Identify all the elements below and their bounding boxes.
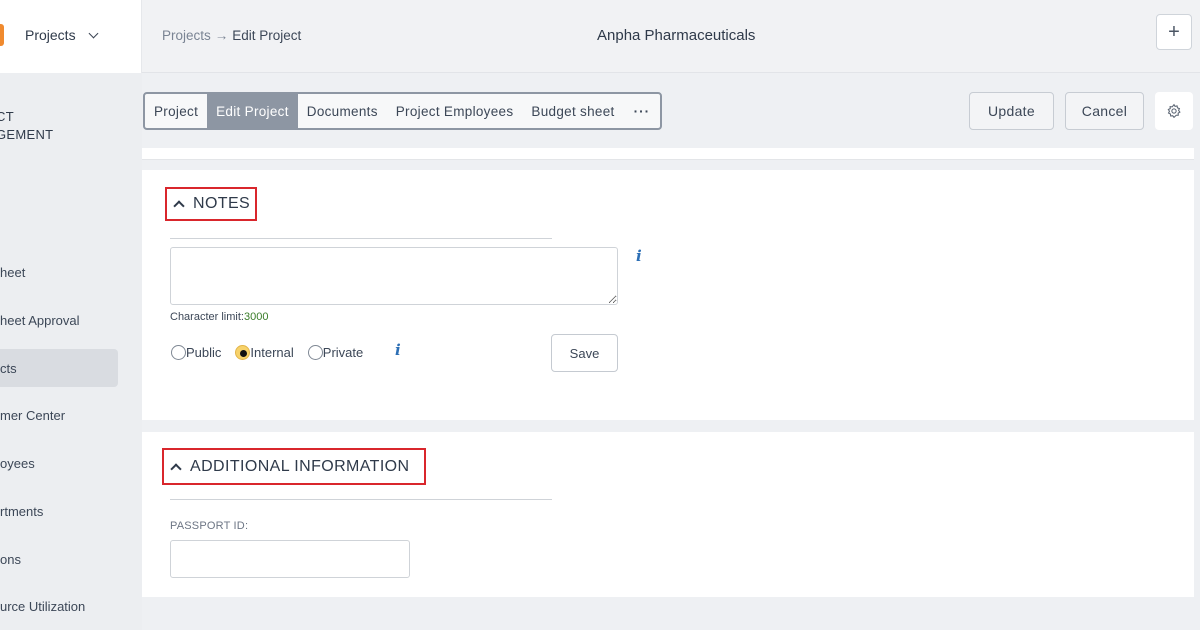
- breadcrumb-arrow-icon: →: [214, 28, 229, 43]
- radio-internal-control[interactable]: [235, 345, 251, 360]
- chevron-up-icon: [170, 462, 182, 475]
- radio-private-control[interactable]: [307, 345, 323, 360]
- sidebar-title-line1: CT: [0, 109, 14, 124]
- module-dropdown[interactable]: Projects: [25, 27, 99, 43]
- previous-panel-edge: [142, 148, 1194, 160]
- chevron-down-icon: [88, 28, 99, 38]
- radio-internal-label: Internal: [250, 345, 294, 360]
- update-button[interactable]: Update: [969, 92, 1054, 130]
- notes-title: NOTES: [193, 195, 251, 212]
- cancel-button[interactable]: Cancel: [1065, 92, 1144, 130]
- radio-private[interactable]: Private: [307, 345, 364, 360]
- tab-edit-project[interactable]: Edit Project: [207, 94, 298, 128]
- module-header: Projects: [0, 0, 142, 73]
- sidebar-item-customer-center[interactable]: mer Center: [0, 396, 118, 434]
- sidebar-title-line2: GEMENT: [0, 127, 54, 142]
- character-limit-label: Character limit:: [170, 311, 244, 323]
- character-limit: Character limit:3000: [170, 311, 268, 323]
- plus-icon: +: [1168, 20, 1180, 43]
- app-logo: [0, 24, 4, 46]
- settings-button[interactable]: [1155, 92, 1193, 130]
- additional-info-title: ADDITIONAL INFORMATION: [190, 457, 410, 475]
- additional-info-section-header[interactable]: ADDITIONAL INFORMATION: [162, 448, 426, 485]
- tab-project-employees[interactable]: Project Employees: [387, 94, 523, 128]
- save-note-button[interactable]: Save: [551, 334, 618, 372]
- gear-icon: [1167, 103, 1181, 119]
- breadcrumb: Projects → Edit Project: [162, 28, 301, 43]
- sidebar-item-departments[interactable]: rtments: [0, 492, 118, 530]
- additional-info-panel: ADDITIONAL INFORMATION PASSPORT ID:: [142, 432, 1194, 597]
- notes-section-header[interactable]: NOTES: [165, 187, 257, 221]
- sidebar-item-positions[interactable]: ons: [0, 540, 118, 578]
- notes-textarea[interactable]: [170, 247, 618, 305]
- character-limit-value: 3000: [243, 311, 269, 323]
- tab-budget-sheet[interactable]: Budget sheet: [522, 94, 623, 128]
- project-tabs: Project Edit Project Documents Project E…: [143, 92, 663, 130]
- sidebar-item-resource-utilization[interactable]: urce Utilization: [0, 587, 118, 625]
- radio-internal[interactable]: Internal: [235, 345, 294, 360]
- notes-panel: NOTES i Character limit:3000 Public Inte…: [142, 170, 1194, 420]
- radio-private-label: Private: [322, 345, 364, 360]
- sidebar-item-timesheet-approval[interactable]: heet Approval: [0, 301, 118, 339]
- radio-public-label: Public: [186, 345, 222, 360]
- top-bar: Projects Projects → Edit Project Anpha P…: [0, 0, 1200, 73]
- tab-more[interactable]: ···: [624, 94, 660, 128]
- passport-id-label: PASSPORT ID:: [170, 520, 249, 532]
- module-label: Projects: [25, 27, 76, 43]
- visibility-radio-group: Public Internal Private: [171, 345, 377, 360]
- breadcrumb-current: Edit Project: [232, 28, 302, 43]
- add-button[interactable]: +: [1156, 14, 1192, 50]
- radio-public[interactable]: Public: [171, 345, 221, 360]
- tab-documents[interactable]: Documents: [298, 94, 387, 128]
- sidebar-item-projects[interactable]: cts: [0, 349, 118, 387]
- tab-project[interactable]: Project: [145, 94, 207, 128]
- radio-public-control[interactable]: [171, 345, 186, 360]
- company-name: Anpha Pharmaceuticals: [597, 27, 756, 44]
- sidebar-item-timesheet[interactable]: heet: [0, 253, 118, 291]
- additional-info-divider: [170, 499, 552, 500]
- passport-id-input[interactable]: [170, 540, 410, 578]
- sidebar-title: CT GEMENT: [0, 108, 53, 144]
- visibility-info-icon[interactable]: i: [395, 341, 401, 359]
- info-icon[interactable]: i: [636, 247, 642, 265]
- sidebar: CT GEMENT heet heet Approval cts mer Cen…: [0, 73, 142, 630]
- sidebar-item-employees[interactable]: oyees: [0, 444, 118, 482]
- chevron-up-icon: [173, 200, 185, 212]
- notes-divider: [170, 238, 552, 239]
- breadcrumb-projects[interactable]: Projects: [162, 28, 211, 43]
